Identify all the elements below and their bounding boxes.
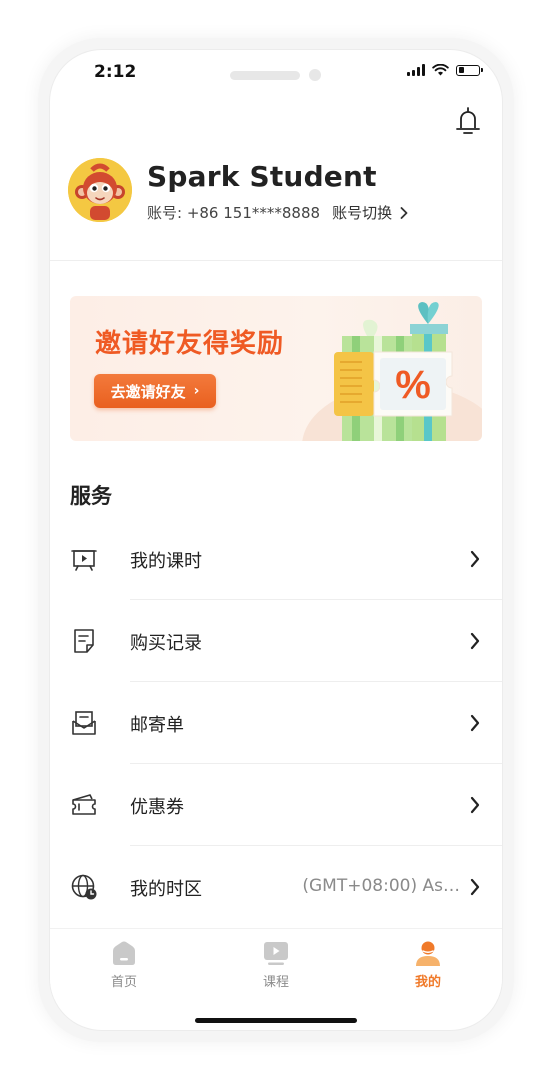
tab-home[interactable]: 首页 xyxy=(74,939,174,990)
speaker-notch xyxy=(230,71,300,80)
profile-name: Spark Student xyxy=(147,160,377,193)
menu-item-label: 我的时区 xyxy=(130,879,202,900)
tab-mine[interactable]: 我的 xyxy=(378,939,478,990)
signal-icon xyxy=(407,64,425,76)
bottom-tab-bar: 首页 课程 我的 xyxy=(50,928,502,999)
menu-item-mail-orders[interactable]: 邮寄单 xyxy=(50,682,502,764)
camera-dot xyxy=(309,69,321,81)
avatar[interactable] xyxy=(68,158,132,222)
account-row: 账号: +86 151****8888 账号切换 xyxy=(147,202,408,223)
coupon-icon xyxy=(72,794,96,815)
menu-item-coupons[interactable]: 优惠券 xyxy=(50,764,502,846)
purchase-record-icon xyxy=(74,629,94,653)
invite-button-label: 去邀请好友 xyxy=(110,382,186,401)
menu-item-label: 购买记录 xyxy=(130,633,202,654)
chevron-right-icon xyxy=(470,878,480,896)
account-switch-link[interactable]: 账号切换 xyxy=(332,202,408,223)
chevron-right-icon xyxy=(470,796,480,814)
chevron-right-icon xyxy=(470,632,480,650)
timezone-globe-icon xyxy=(71,874,97,900)
services-menu: 我的课时 购买记录 邮寄单 优惠券 我的时区 (GMT+08:00) As… xyxy=(50,518,502,928)
chevron-right-icon xyxy=(470,550,480,568)
menu-item-timezone[interactable]: 我的时区 (GMT+08:00) As… xyxy=(50,846,502,928)
tab-label: 课程 xyxy=(262,975,289,990)
course-play-icon xyxy=(264,942,288,965)
home-icon xyxy=(113,941,135,965)
profile-person-icon xyxy=(416,941,440,966)
services-section-title: 服务 xyxy=(70,484,112,508)
device-screen: 2:12 Spark Student 账号: +86 151****8888 账… xyxy=(50,50,502,1030)
battery-icon xyxy=(456,64,483,76)
tab-label: 首页 xyxy=(110,975,137,990)
status-time: 2:12 xyxy=(94,62,137,82)
banner-title: 邀请好友得奖励 xyxy=(95,329,285,359)
menu-item-my-lessons[interactable]: 我的课时 xyxy=(50,518,502,600)
wifi-icon xyxy=(432,64,449,76)
chevron-right-icon xyxy=(400,206,408,219)
timezone-value: (GMT+08:00) As… xyxy=(302,876,460,896)
ticket-percent-symbol: % xyxy=(395,363,431,407)
mail-order-icon xyxy=(72,711,96,735)
bell-icon[interactable] xyxy=(454,106,482,138)
menu-item-label: 邮寄单 xyxy=(130,715,184,736)
menu-item-label: 优惠券 xyxy=(130,797,184,818)
status-icons xyxy=(407,64,483,76)
tab-courses[interactable]: 课程 xyxy=(226,939,326,990)
menu-item-purchase-records[interactable]: 购买记录 xyxy=(50,600,502,682)
invite-banner[interactable]: 邀请好友得奖励 去邀请好友 › % xyxy=(70,296,482,441)
tab-label: 我的 xyxy=(414,975,441,990)
lesson-board-icon xyxy=(71,550,97,571)
monkey-avatar-icon xyxy=(68,158,132,222)
chevron-right-icon xyxy=(470,714,480,732)
menu-item-label: 我的课时 xyxy=(130,551,202,572)
profile-divider xyxy=(50,260,502,261)
account-switch-label: 账号切换 xyxy=(332,204,393,222)
home-indicator xyxy=(195,1018,357,1023)
gift-coupon-illustration: % xyxy=(302,302,482,441)
battery-level xyxy=(458,67,464,73)
invite-friends-button[interactable]: 去邀请好友 › xyxy=(94,374,216,408)
chevron-right-icon: › xyxy=(193,383,200,399)
account-number: 账号: +86 151****8888 xyxy=(147,204,321,222)
